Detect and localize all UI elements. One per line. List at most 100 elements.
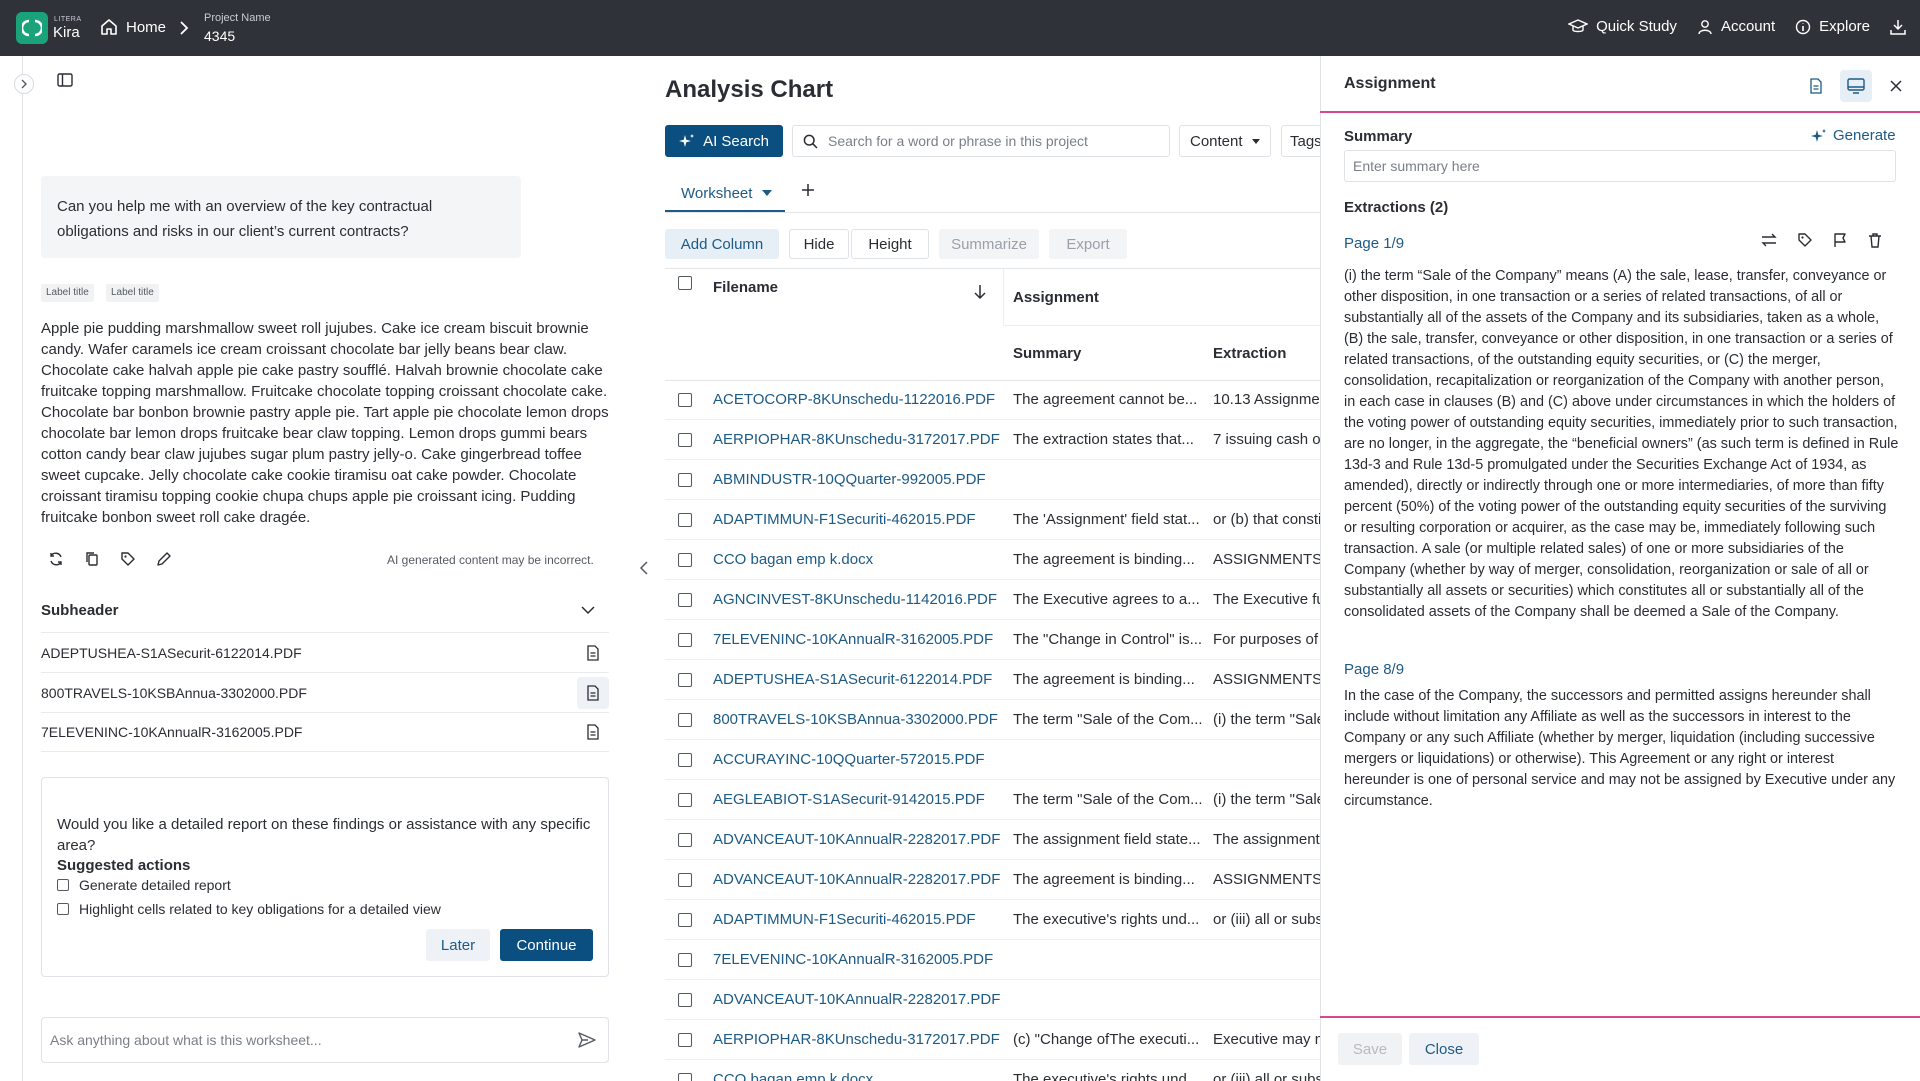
extraction-cell[interactable]: The assignment: [1213, 831, 1320, 848]
swap-icon[interactable]: [1760, 232, 1778, 248]
sidebar-toggle-icon[interactable]: [57, 73, 73, 87]
document-icon[interactable]: [577, 716, 609, 748]
row-checkbox[interactable]: [678, 993, 692, 1007]
extraction-page-link[interactable]: Page 1/9: [1344, 235, 1404, 252]
extraction-cell[interactable]: or (iii) all or subs: [1213, 1071, 1320, 1081]
file-list-item[interactable]: 800TRAVELS-10KSBAnnua-3302000.PDF: [41, 672, 609, 712]
extraction-cell[interactable]: 7 issuing cash or: [1213, 431, 1320, 448]
summary-cell[interactable]: The assignment field state...: [1013, 831, 1203, 848]
row-checkbox[interactable]: [678, 513, 692, 527]
table-row[interactable]: AERPIOPHAR-8KUnschedu-3172017.PDF (c) "Ch…: [665, 1020, 1320, 1060]
filename-link[interactable]: ADVANCEAUT-10KAnnualR-2282017.PDF: [713, 831, 1000, 848]
table-row[interactable]: ADAPTIMMUN-F1Securiti-462015.PDF The exec…: [665, 900, 1320, 940]
filename-link[interactable]: ADAPTIMMUN-F1Securiti-462015.PDF: [713, 911, 976, 928]
regenerate-icon[interactable]: [48, 551, 64, 567]
table-row[interactable]: ADAPTIMMUN-F1Securiti-462015.PDF The 'Ass…: [665, 500, 1320, 540]
row-checkbox[interactable]: [678, 873, 692, 887]
extraction-cell[interactable]: 10.13 Assignment: [1213, 391, 1320, 408]
summary-column-header[interactable]: Summary: [1013, 345, 1081, 362]
summary-cell[interactable]: The term "Sale of the Com...: [1013, 791, 1203, 808]
table-row[interactable]: ADVANCEAUT-10KAnnualR-2282017.PDF The agr…: [665, 860, 1320, 900]
monitor-view-button[interactable]: [1840, 70, 1872, 102]
expand-rail-button[interactable]: [14, 74, 34, 94]
row-checkbox[interactable]: [678, 593, 692, 607]
select-all-checkbox[interactable]: [678, 276, 692, 290]
add-tab-button[interactable]: [801, 183, 815, 197]
tag-icon[interactable]: [1797, 232, 1813, 248]
row-checkbox[interactable]: [678, 633, 692, 647]
send-icon[interactable]: [578, 1032, 596, 1048]
row-checkbox[interactable]: [678, 393, 692, 407]
table-row[interactable]: 7ELEVENINC-10KAnnualR-3162005.PDF: [665, 940, 1320, 980]
filename-link[interactable]: 7ELEVENINC-10KAnnualR-3162005.PDF: [713, 951, 993, 968]
project-name[interactable]: 4345: [204, 28, 235, 44]
summarize-button[interactable]: Summarize: [939, 229, 1039, 259]
table-row[interactable]: ABMINDUSTR-10QQuarter-992005.PDF: [665, 460, 1320, 500]
continue-button[interactable]: Continue: [500, 929, 593, 961]
row-checkbox[interactable]: [678, 433, 692, 447]
table-row[interactable]: ADVANCEAUT-10KAnnualR-2282017.PDF The ass…: [665, 820, 1320, 860]
summary-cell[interactable]: The "Change in Control" is...: [1013, 631, 1203, 648]
extraction-cell[interactable]: or (iii) all or subs: [1213, 911, 1320, 928]
generate-button[interactable]: Generate: [1811, 127, 1896, 144]
summary-cell[interactable]: The agreement is binding...: [1013, 551, 1203, 568]
extraction-cell[interactable]: (i) the term "Sale: [1213, 711, 1320, 728]
extraction-page-link[interactable]: Page 8/9: [1344, 661, 1404, 678]
quick-study-link[interactable]: Quick Study: [1568, 18, 1677, 35]
copy-icon[interactable]: [84, 551, 100, 567]
table-row[interactable]: CCO bagan emp k.docx The agreement is bin…: [665, 540, 1320, 580]
table-row[interactable]: AGNCINVEST-8KUnschedu-1142016.PDF The Exe…: [665, 580, 1320, 620]
row-checkbox[interactable]: [678, 473, 692, 487]
document-view-button[interactable]: [1800, 70, 1832, 102]
sort-desc-icon[interactable]: [973, 284, 987, 300]
download-button[interactable]: [1890, 19, 1906, 35]
document-icon[interactable]: [577, 676, 609, 709]
summary-cell[interactable]: The Executive agrees to a...: [1013, 591, 1203, 608]
table-row[interactable]: 7ELEVENINC-10KAnnualR-3162005.PDF The "Ch…: [665, 620, 1320, 660]
row-checkbox[interactable]: [678, 713, 692, 727]
summary-cell[interactable]: (c) "Change ofThe executi...: [1013, 1031, 1203, 1048]
extraction-cell[interactable]: or (b) that consti: [1213, 511, 1320, 528]
row-checkbox[interactable]: [678, 793, 692, 807]
file-list-item[interactable]: 7ELEVENINC-10KAnnualR-3162005.PDF: [41, 712, 609, 752]
filename-link[interactable]: AGNCINVEST-8KUnschedu-1142016.PDF: [713, 591, 997, 608]
filename-link[interactable]: ADVANCEAUT-10KAnnualR-2282017.PDF: [713, 871, 1000, 888]
search-input[interactable]: [828, 133, 1148, 149]
table-row[interactable]: AERPIOPHAR-8KUnschedu-3172017.PDF The ext…: [665, 420, 1320, 460]
row-checkbox[interactable]: [678, 833, 692, 847]
assignment-column-header[interactable]: Assignment: [1013, 289, 1099, 306]
suggestion-generate-report[interactable]: Generate detailed report: [57, 877, 231, 893]
checkbox[interactable]: [57, 903, 69, 915]
table-row[interactable]: CCO bagan emp k.docx The executive's righ…: [665, 1060, 1320, 1081]
save-button[interactable]: Save: [1338, 1033, 1402, 1065]
row-checkbox[interactable]: [678, 1033, 692, 1047]
label-chip[interactable]: Label title: [41, 284, 94, 302]
table-row[interactable]: ADEPTUSHEA-S1ASecurit-6122014.PDF The agr…: [665, 660, 1320, 700]
extraction-column-header[interactable]: Extraction: [1213, 345, 1286, 362]
document-icon[interactable]: [577, 637, 609, 669]
tag-icon[interactable]: [120, 551, 136, 567]
summary-cell[interactable]: The executive's rights und...: [1013, 1071, 1203, 1081]
row-checkbox[interactable]: [678, 913, 692, 927]
checkbox[interactable]: [57, 879, 69, 891]
filename-link[interactable]: ADAPTIMMUN-F1Securiti-462015.PDF: [713, 511, 976, 528]
trash-icon[interactable]: [1867, 232, 1883, 248]
row-checkbox[interactable]: [678, 953, 692, 967]
chat-input[interactable]: [50, 1032, 550, 1048]
extraction-cell[interactable]: Executive may n: [1213, 1031, 1320, 1048]
filename-link[interactable]: AERPIOPHAR-8KUnschedu-3172017.PDF: [713, 1031, 1000, 1048]
close-button[interactable]: Close: [1409, 1033, 1479, 1065]
row-checkbox[interactable]: [678, 753, 692, 767]
table-row[interactable]: AEGLEABIOT-S1ASecurit-9142015.PDF The ter…: [665, 780, 1320, 820]
table-row[interactable]: ACCURAYINC-10QQuarter-572015.PDF: [665, 740, 1320, 780]
filename-link[interactable]: ACCURAYINC-10QQuarter-572015.PDF: [713, 751, 984, 768]
row-checkbox[interactable]: [678, 673, 692, 687]
filename-column-header[interactable]: Filename: [713, 279, 778, 296]
export-button[interactable]: Export: [1049, 229, 1127, 259]
hide-button[interactable]: Hide: [789, 229, 849, 259]
account-link[interactable]: Account: [1697, 18, 1775, 35]
extraction-cell[interactable]: The Executive fu: [1213, 591, 1320, 608]
explore-link[interactable]: Explore: [1795, 18, 1870, 35]
extraction-cell[interactable]: ASSIGNMENTS...: [1213, 671, 1320, 688]
summary-cell[interactable]: The agreement is binding...: [1013, 871, 1203, 888]
